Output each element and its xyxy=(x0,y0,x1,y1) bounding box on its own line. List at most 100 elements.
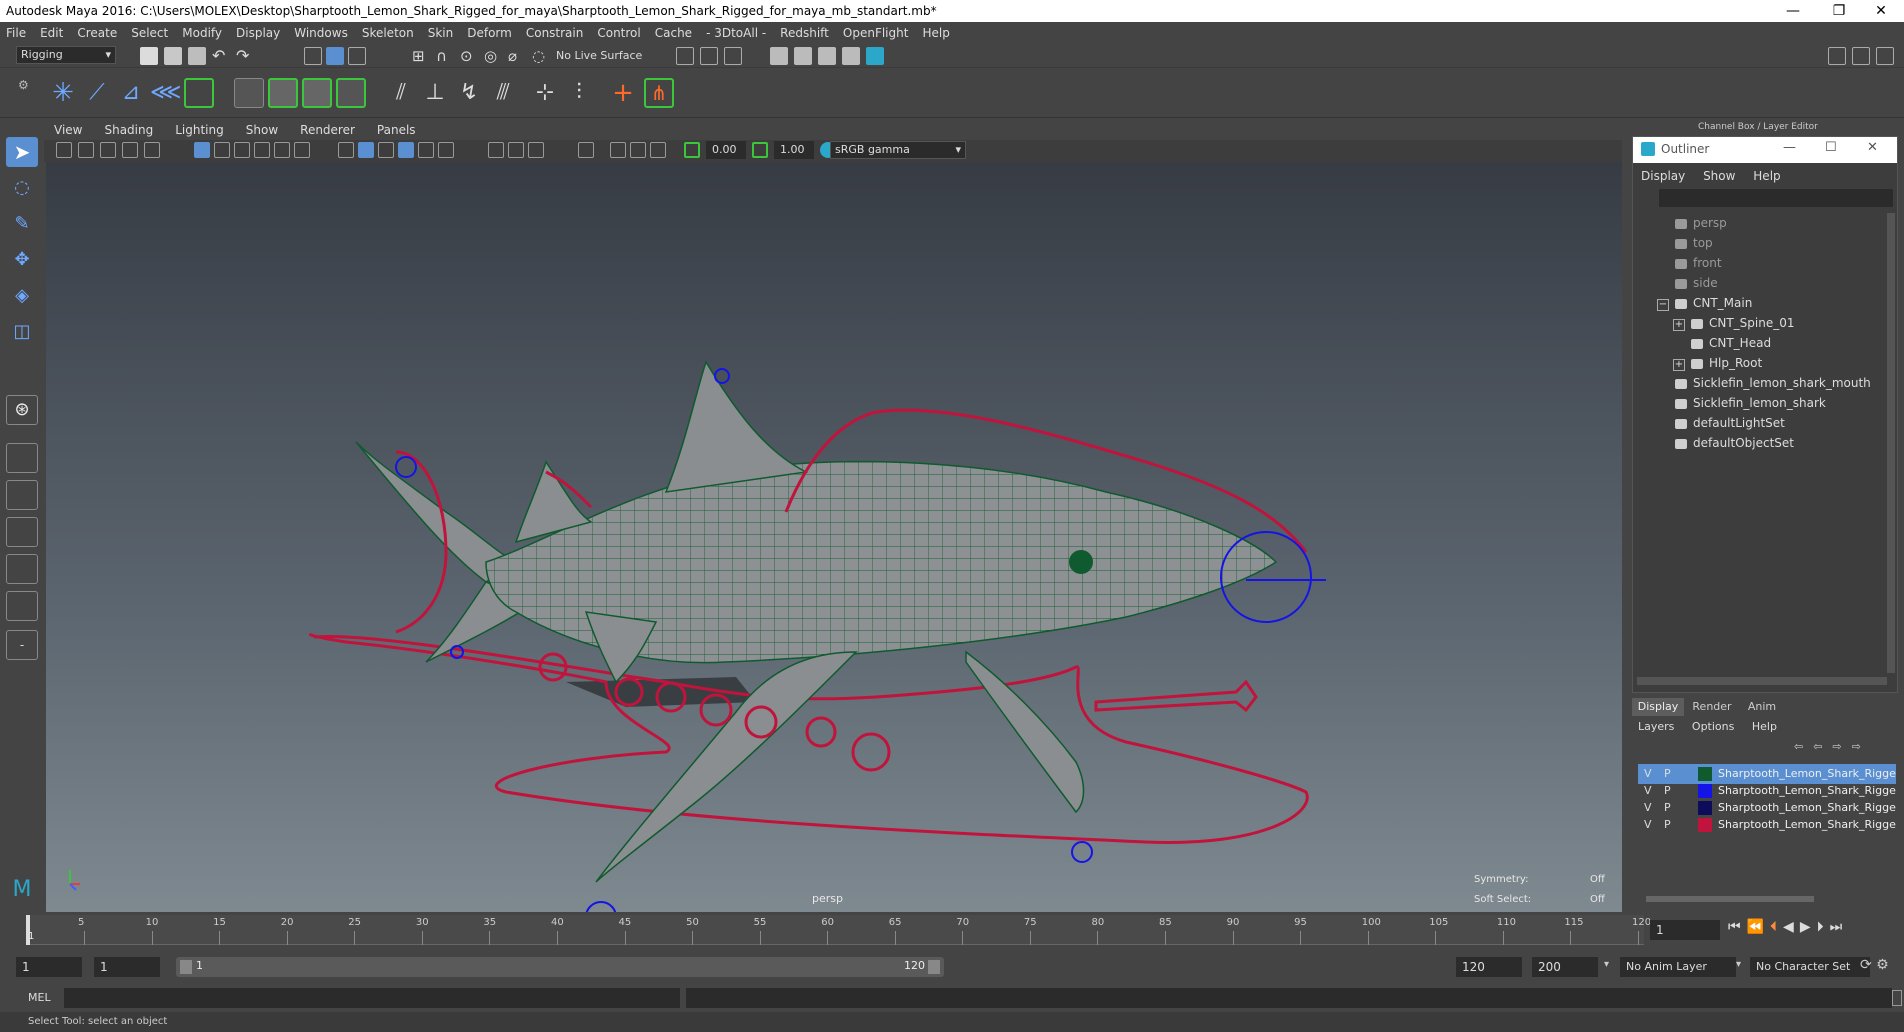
play-forward-icon[interactable]: ▶ xyxy=(1800,919,1817,935)
hik-icon[interactable]: ⋔ xyxy=(644,78,674,108)
custom-layout-icon[interactable]: - xyxy=(6,630,38,660)
resolution-gate-icon[interactable] xyxy=(234,142,250,158)
menu-modify[interactable]: Modify xyxy=(182,26,222,40)
scale-tool-icon[interactable]: ◫ xyxy=(6,317,38,347)
outliner-item[interactable]: CNT_Head xyxy=(1673,333,1771,353)
script-editor-icon[interactable] xyxy=(1892,990,1902,1006)
tool-settings-icon[interactable] xyxy=(1876,47,1894,65)
layer-color-swatch[interactable] xyxy=(1698,818,1712,832)
move-tool-icon[interactable]: ✥ xyxy=(6,245,38,275)
motion-blur-icon[interactable] xyxy=(508,142,524,158)
layer-tab-render[interactable]: Render xyxy=(1684,698,1740,716)
lasso-tool-icon[interactable]: ◌ xyxy=(6,173,38,203)
field-chart-icon[interactable] xyxy=(274,142,290,158)
redo-icon[interactable]: ↷ xyxy=(236,47,254,65)
layer-action-icons[interactable]: ⇦⇦⇨⇨ xyxy=(1794,740,1890,754)
layer-color-swatch[interactable] xyxy=(1698,801,1712,815)
construction-history-icon[interactable] xyxy=(700,47,718,65)
smooth-shade-icon[interactable] xyxy=(358,142,374,158)
minimize-button[interactable]: — xyxy=(1770,0,1816,22)
outliner-minimize-button[interactable]: — xyxy=(1783,140,1796,155)
go-to-end-icon[interactable]: ⏭ xyxy=(1830,919,1849,935)
select-tool-icon[interactable]: ➤ xyxy=(6,137,38,167)
camera-attributes-icon[interactable] xyxy=(78,142,94,158)
view-transform-dropdown[interactable]: sRGB gamma ▾ xyxy=(830,141,966,159)
rigid-bind-icon[interactable] xyxy=(268,78,298,108)
scene-end-field[interactable]: 200 xyxy=(1532,957,1598,977)
outliner-horizontal-scrollbar[interactable] xyxy=(1637,677,1887,685)
modeling-toolkit-icon[interactable] xyxy=(1828,47,1846,65)
vp-menu-lighting[interactable]: Lighting xyxy=(175,123,224,137)
outliner-item[interactable]: + CNT_Spine_01 xyxy=(1673,313,1795,333)
time-slider[interactable]: 1 5 10 15 20 25 30 35 40 45 50 55 60 65 70 75 80 85 90 95 1… xyxy=(0,915,1904,953)
select-camera-icon[interactable] xyxy=(56,142,72,158)
layer-tab-display[interactable]: Display xyxy=(1632,698,1684,716)
outliner-vertical-scrollbar[interactable] xyxy=(1887,213,1895,673)
snap-live-icon[interactable]: ◌ xyxy=(532,47,550,65)
persp-graph-layout-icon[interactable] xyxy=(6,554,38,584)
safe-action-icon[interactable] xyxy=(294,142,310,158)
channel-box-header[interactable]: Channel Box / Layer Editor xyxy=(1698,122,1818,132)
layer-color-swatch[interactable] xyxy=(1698,767,1712,781)
two-view-stacked-layout-icon[interactable] xyxy=(6,517,38,547)
outliner-item[interactable]: defaultLightSet xyxy=(1657,413,1785,433)
menu-select[interactable]: Select xyxy=(131,26,168,40)
2d-pan-zoom-icon[interactable] xyxy=(144,142,160,158)
menu-openflight[interactable]: OpenFlight xyxy=(843,26,909,40)
menu-windows[interactable]: Windows xyxy=(294,26,348,40)
menu-display[interactable]: Display xyxy=(236,26,280,40)
menu-skin[interactable]: Skin xyxy=(428,26,454,40)
outliner-item[interactable]: − CNT_Main xyxy=(1657,293,1752,313)
menu-help[interactable]: Help xyxy=(922,26,949,40)
expand-icon[interactable]: + xyxy=(1673,319,1685,331)
menu-constrain[interactable]: Constrain xyxy=(526,26,584,40)
exposure-field[interactable]: 0.00 xyxy=(706,141,746,159)
wireframe-on-shaded-icon[interactable] xyxy=(378,142,394,158)
film-gate-icon[interactable] xyxy=(214,142,230,158)
close-button[interactable]: ✕ xyxy=(1858,0,1904,22)
persp-outliner-layout-icon[interactable] xyxy=(6,591,38,621)
render-settings-icon[interactable] xyxy=(724,47,742,65)
outliner-menu-help[interactable]: Help xyxy=(1753,169,1780,183)
paint-weights-icon[interactable] xyxy=(302,78,332,108)
ipr-render-icon[interactable] xyxy=(794,47,812,65)
four-view-layout-icon[interactable] xyxy=(6,443,38,473)
gamma-icon[interactable] xyxy=(752,142,768,158)
exposure-icon[interactable] xyxy=(684,142,700,158)
outliner-item[interactable]: front xyxy=(1657,253,1722,273)
layer-scrollbar[interactable] xyxy=(1646,896,1814,902)
select-object-icon[interactable] xyxy=(326,47,344,65)
layer-menu-options[interactable]: Options xyxy=(1692,720,1734,733)
textured-icon[interactable] xyxy=(398,142,414,158)
outliner-item[interactable]: top xyxy=(1657,233,1713,253)
layer-visibility-toggle[interactable]: V xyxy=(1644,815,1652,835)
layer-color-swatch[interactable] xyxy=(1698,784,1712,798)
outliner-item[interactable]: + Hlp_Root xyxy=(1673,353,1762,373)
hypershade-icon[interactable] xyxy=(842,47,860,65)
vp-menu-shading[interactable]: Shading xyxy=(104,123,153,137)
outliner-close-button[interactable]: ✕ xyxy=(1867,140,1878,155)
gate-mask-icon[interactable] xyxy=(254,142,270,158)
snap-surface-icon[interactable]: ⌀ xyxy=(508,47,526,65)
xray-components-icon[interactable] xyxy=(650,142,666,158)
vp-menu-show[interactable]: Show xyxy=(246,123,278,137)
xray-icon[interactable] xyxy=(610,142,626,158)
lattice-icon[interactable] xyxy=(336,78,366,108)
playback-start-field[interactable]: 1 xyxy=(94,957,160,977)
scene-start-field[interactable]: 1 xyxy=(16,957,82,977)
snap-view-plane-icon[interactable]: ◎ xyxy=(484,47,502,65)
undo-icon[interactable]: ↶ xyxy=(212,47,230,65)
orient-constraint-icon[interactable]: ⫻ xyxy=(488,78,518,108)
two-view-side-layout-icon[interactable] xyxy=(6,480,38,510)
outliner-maximize-button[interactable]: ☐ xyxy=(1825,140,1837,155)
single-perspective-layout-icon[interactable]: ⊛ xyxy=(6,395,38,425)
ik-spline-icon[interactable]: ⊿ xyxy=(116,78,146,108)
wireframe-icon[interactable] xyxy=(338,142,354,158)
step-forward-frame-icon[interactable]: ⏵ xyxy=(1817,919,1830,935)
play-backward-icon[interactable]: ◀ xyxy=(1783,919,1800,935)
menu-deform[interactable]: Deform xyxy=(467,26,512,40)
current-frame-field[interactable]: 1 xyxy=(1650,920,1720,940)
save-scene-icon[interactable] xyxy=(188,47,206,65)
menu-cache[interactable]: Cache xyxy=(655,26,692,40)
outliner-item[interactable]: Sicklefin_lemon_shark xyxy=(1657,393,1826,413)
